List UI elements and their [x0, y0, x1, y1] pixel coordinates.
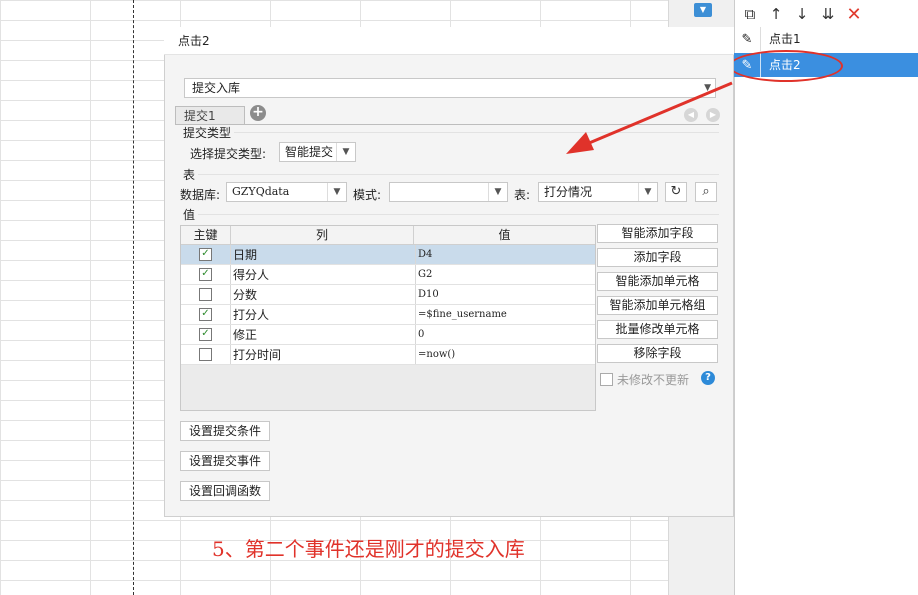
chevron-down-icon: ▼	[488, 183, 507, 201]
table-section: 表	[183, 168, 196, 182]
add-tab-icon[interactable]: +	[250, 105, 266, 121]
value-cell[interactable]: 0	[416, 325, 595, 344]
arrow-down-icon[interactable]: ↓	[792, 4, 812, 24]
mode-select[interactable]: ▼	[389, 182, 508, 202]
smart-add-cell-button[interactable]: 智能添加单元格	[597, 272, 718, 291]
submit-type-label: 选择提交类型:	[190, 147, 267, 161]
delete-icon[interactable]: ✕	[844, 4, 864, 25]
section-divider	[198, 214, 719, 215]
batch-edit-cell-button[interactable]: 批量修改单元格	[597, 320, 718, 339]
edit-icon[interactable]: ✎	[734, 32, 760, 47]
smart-add-field-button[interactable]: 智能添加字段	[597, 224, 718, 243]
primary-key-checkbox[interactable]: ✓	[199, 248, 212, 261]
column-cell[interactable]: 打分人	[231, 305, 416, 324]
no-update-label: 未修改不更新	[617, 373, 690, 387]
set-callback-button[interactable]: 设置回调函数	[180, 481, 271, 501]
database-select[interactable]: GZYQdata ▼	[226, 182, 347, 202]
preview-icon[interactable]: ⌕	[695, 182, 717, 202]
value-section: 值	[183, 208, 196, 222]
table-select[interactable]: 打分情况 ▼	[538, 182, 658, 202]
set-submit-event-button[interactable]: 设置提交事件	[180, 451, 271, 471]
primary-key-checkbox[interactable]: ✓	[199, 328, 212, 341]
annotation-caption: 5、第二个事件还是刚才的提交入库	[212, 537, 525, 561]
primary-key-checkbox[interactable]	[199, 348, 212, 361]
remove-field-button[interactable]: 移除字段	[597, 344, 718, 363]
table-value: 打分情况	[544, 185, 593, 199]
value-cell[interactable]: =$fine_username	[416, 305, 595, 324]
primary-key-checkbox[interactable]: ✓	[199, 268, 212, 281]
value-cell[interactable]: D4	[416, 245, 595, 264]
help-icon[interactable]: ?	[701, 371, 715, 385]
event-toolbar: ⧉ ↑ ↓ ⇊ ✕	[740, 4, 864, 25]
collapse-icon[interactable]: ▼	[694, 3, 712, 17]
smart-add-cell-group-button[interactable]: 智能添加单元格组	[597, 296, 718, 315]
tab-submit-1[interactable]: 提交1	[175, 106, 245, 125]
table-row[interactable]: 分数 D10	[181, 285, 595, 305]
add-field-button[interactable]: 添加字段	[597, 248, 718, 267]
chevron-down-icon: ▼	[336, 143, 355, 161]
column-cell[interactable]: 分数	[231, 285, 416, 304]
copy-icon[interactable]: ⧉	[740, 4, 760, 24]
move-bottom-icon[interactable]: ⇊	[818, 4, 838, 24]
database-label: 数据库:	[180, 188, 221, 202]
column-header[interactable]: 值	[414, 226, 595, 244]
primary-key-checkbox[interactable]: ✓	[199, 308, 212, 321]
column-header[interactable]: 列	[231, 226, 414, 244]
table-label: 表:	[514, 188, 531, 202]
column-cell[interactable]: 修正	[231, 325, 416, 344]
mode-label: 模式:	[353, 188, 382, 202]
dialog-title: 点击2	[164, 27, 734, 55]
section-divider	[198, 174, 719, 175]
submit-type-section: 提交类型	[183, 126, 232, 140]
chevron-down-icon: ▼	[327, 183, 346, 201]
arrow-up-icon[interactable]: ↑	[766, 4, 786, 24]
database-value: GZYQdata	[232, 185, 290, 198]
page-break-line	[133, 0, 134, 595]
table-row[interactable]: ✓ 修正 0	[181, 325, 595, 345]
submit-type-select[interactable]: 智能提交 ▼	[279, 142, 356, 162]
action-type-value: 提交入库	[192, 81, 241, 95]
chevron-down-icon: ▼	[638, 183, 657, 201]
table-row[interactable]: ✓ 日期 D4	[181, 245, 595, 265]
refresh-icon[interactable]: ↻	[665, 182, 687, 202]
event-panel	[734, 0, 918, 595]
column-cell[interactable]: 得分人	[231, 265, 416, 284]
primary-key-checkbox[interactable]	[199, 288, 212, 301]
table-header: 主键 列 值	[181, 226, 595, 245]
highlight-ellipse	[729, 50, 843, 82]
value-cell[interactable]: D10	[416, 285, 595, 304]
column-cell[interactable]: 日期	[231, 245, 416, 264]
table-row[interactable]: ✓ 得分人 G2	[181, 265, 595, 285]
column-header[interactable]: 主键	[181, 226, 231, 244]
value-cell[interactable]: =now()	[416, 345, 595, 364]
event-label: 点击1	[760, 27, 918, 51]
table-row[interactable]: 打分时间 =now()	[181, 345, 595, 365]
submit-type-value: 智能提交	[285, 145, 334, 159]
column-cell[interactable]: 打分时间	[231, 345, 416, 364]
no-update-checkbox[interactable]	[600, 373, 613, 386]
event-item-1[interactable]: ✎ 点击1	[734, 27, 918, 51]
annotation-arrow	[566, 81, 733, 154]
table-row[interactable]: ✓ 打分人 =$fine_username	[181, 305, 595, 325]
value-cell[interactable]: G2	[416, 265, 595, 284]
set-submit-condition-button[interactable]: 设置提交条件	[180, 421, 271, 441]
no-update-option[interactable]: 未修改不更新	[600, 371, 689, 388]
